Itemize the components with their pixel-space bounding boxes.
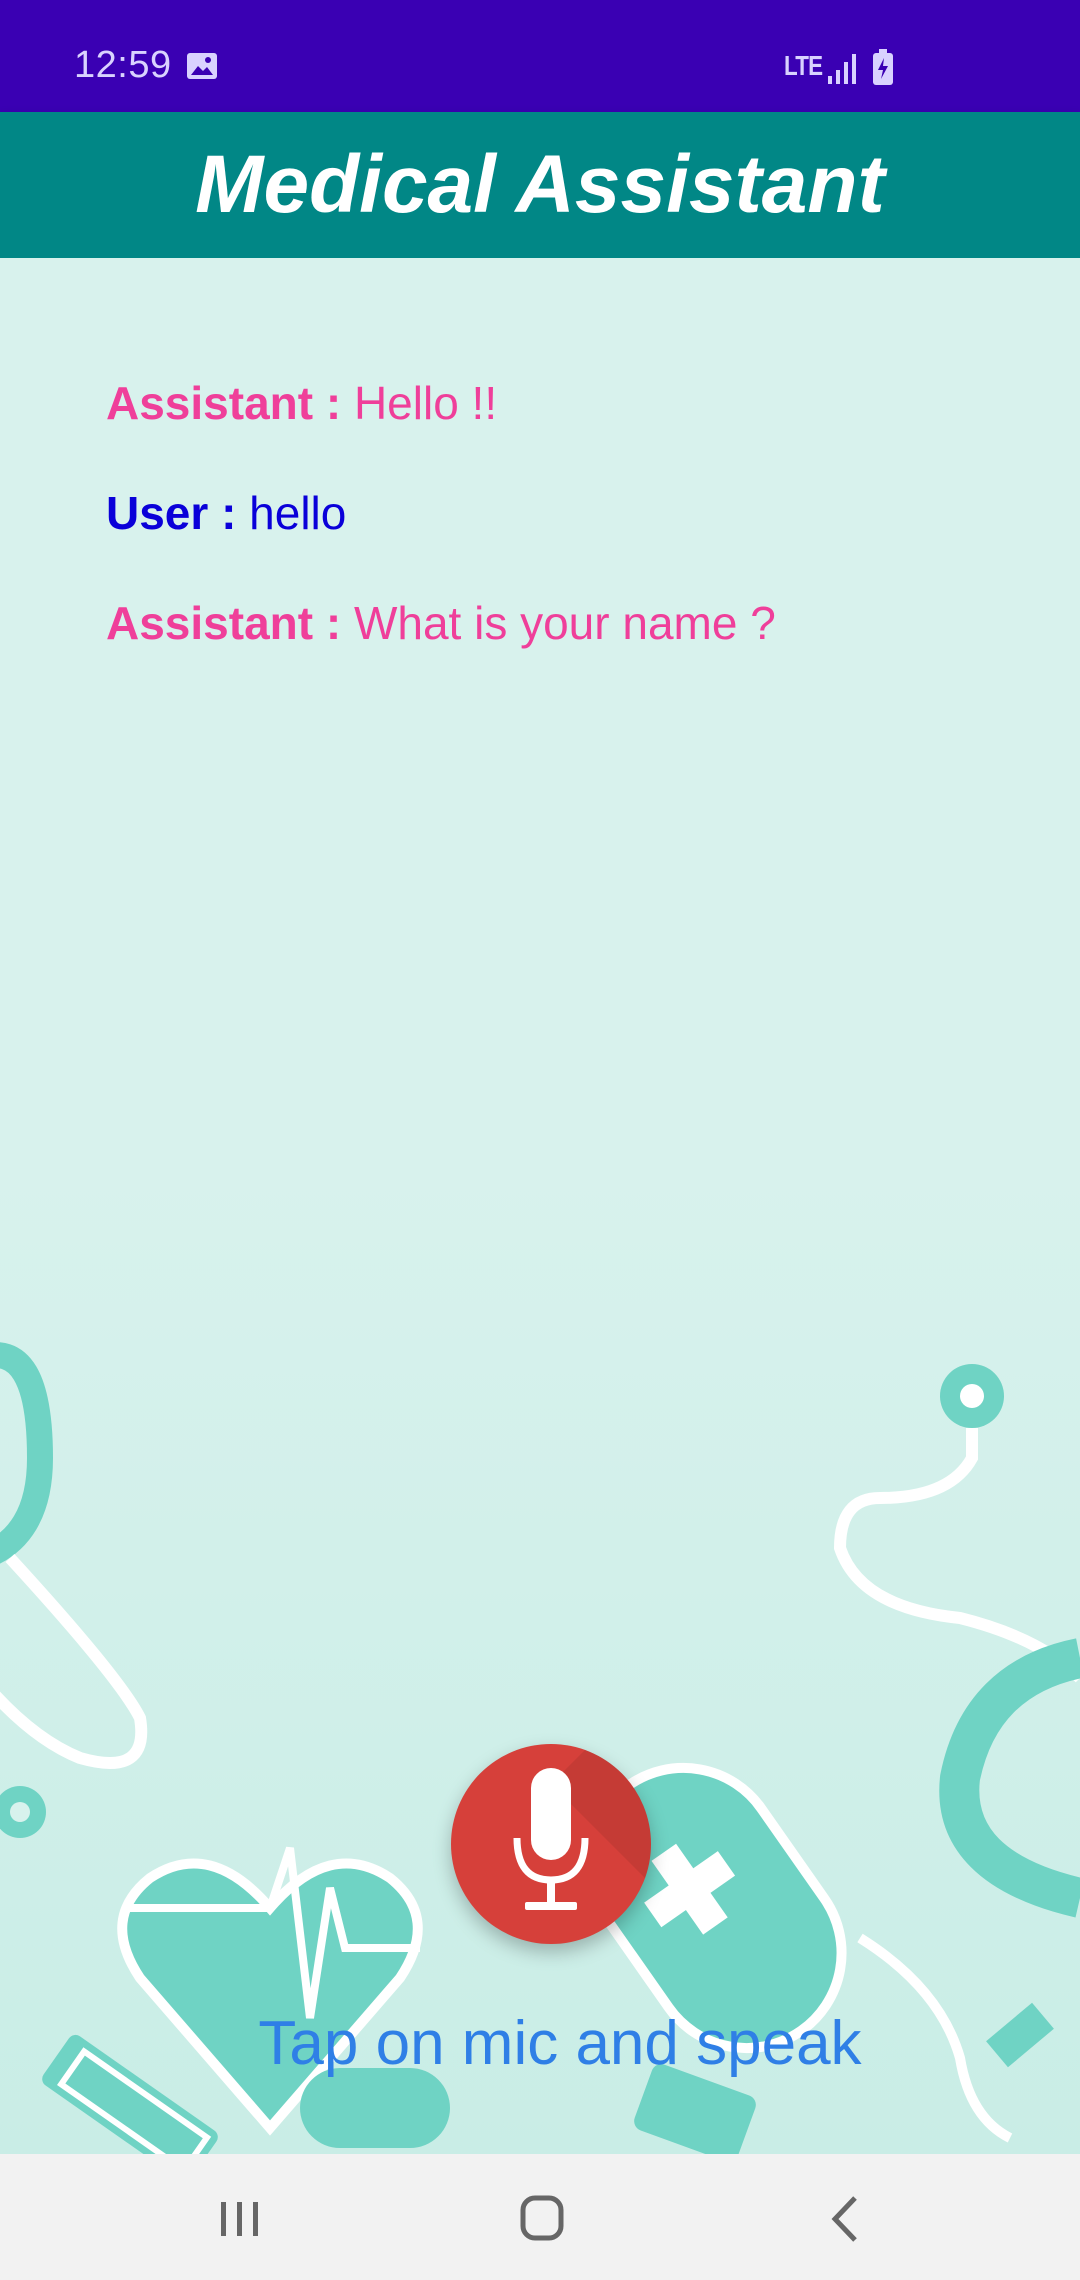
home-icon[interactable] bbox=[507, 2184, 577, 2254]
back-icon[interactable] bbox=[810, 2184, 880, 2254]
message-text: Hello !! bbox=[341, 377, 498, 429]
app-title: Medical Assistant bbox=[195, 139, 885, 230]
message-text: hello bbox=[236, 487, 347, 539]
speaker-label: Assistant : bbox=[106, 377, 342, 429]
speaker-label: User : bbox=[106, 487, 237, 539]
chat-message-assistant: Assistant : What is your name ? bbox=[106, 586, 1026, 696]
app-bar: Medical Assistant bbox=[0, 112, 1080, 258]
signal-icon bbox=[828, 54, 856, 84]
mic-hint-text: Tap on mic and speak bbox=[258, 2009, 862, 2078]
recent-apps-icon[interactable] bbox=[205, 2184, 275, 2254]
mic-button[interactable] bbox=[451, 1744, 651, 1944]
chat-message-user: User : hello bbox=[106, 476, 1026, 586]
status-bar: 12:59 LTE bbox=[0, 0, 1080, 112]
status-time: 12:59 bbox=[74, 44, 172, 86]
image-icon bbox=[187, 53, 217, 79]
message-text: What is your name ? bbox=[341, 597, 776, 649]
microphone-icon bbox=[513, 1768, 589, 1910]
main-content: Assistant : Hello !! User : hello Assist… bbox=[0, 258, 1080, 2154]
battery-charging-icon bbox=[873, 49, 893, 85]
conversation-log: Assistant : Hello !! User : hello Assist… bbox=[106, 366, 1026, 696]
network-type: LTE bbox=[784, 50, 823, 81]
navigation-bar bbox=[0, 2154, 1080, 2280]
chat-message-assistant: Assistant : Hello !! bbox=[106, 366, 1026, 476]
speaker-label: Assistant : bbox=[106, 597, 342, 649]
